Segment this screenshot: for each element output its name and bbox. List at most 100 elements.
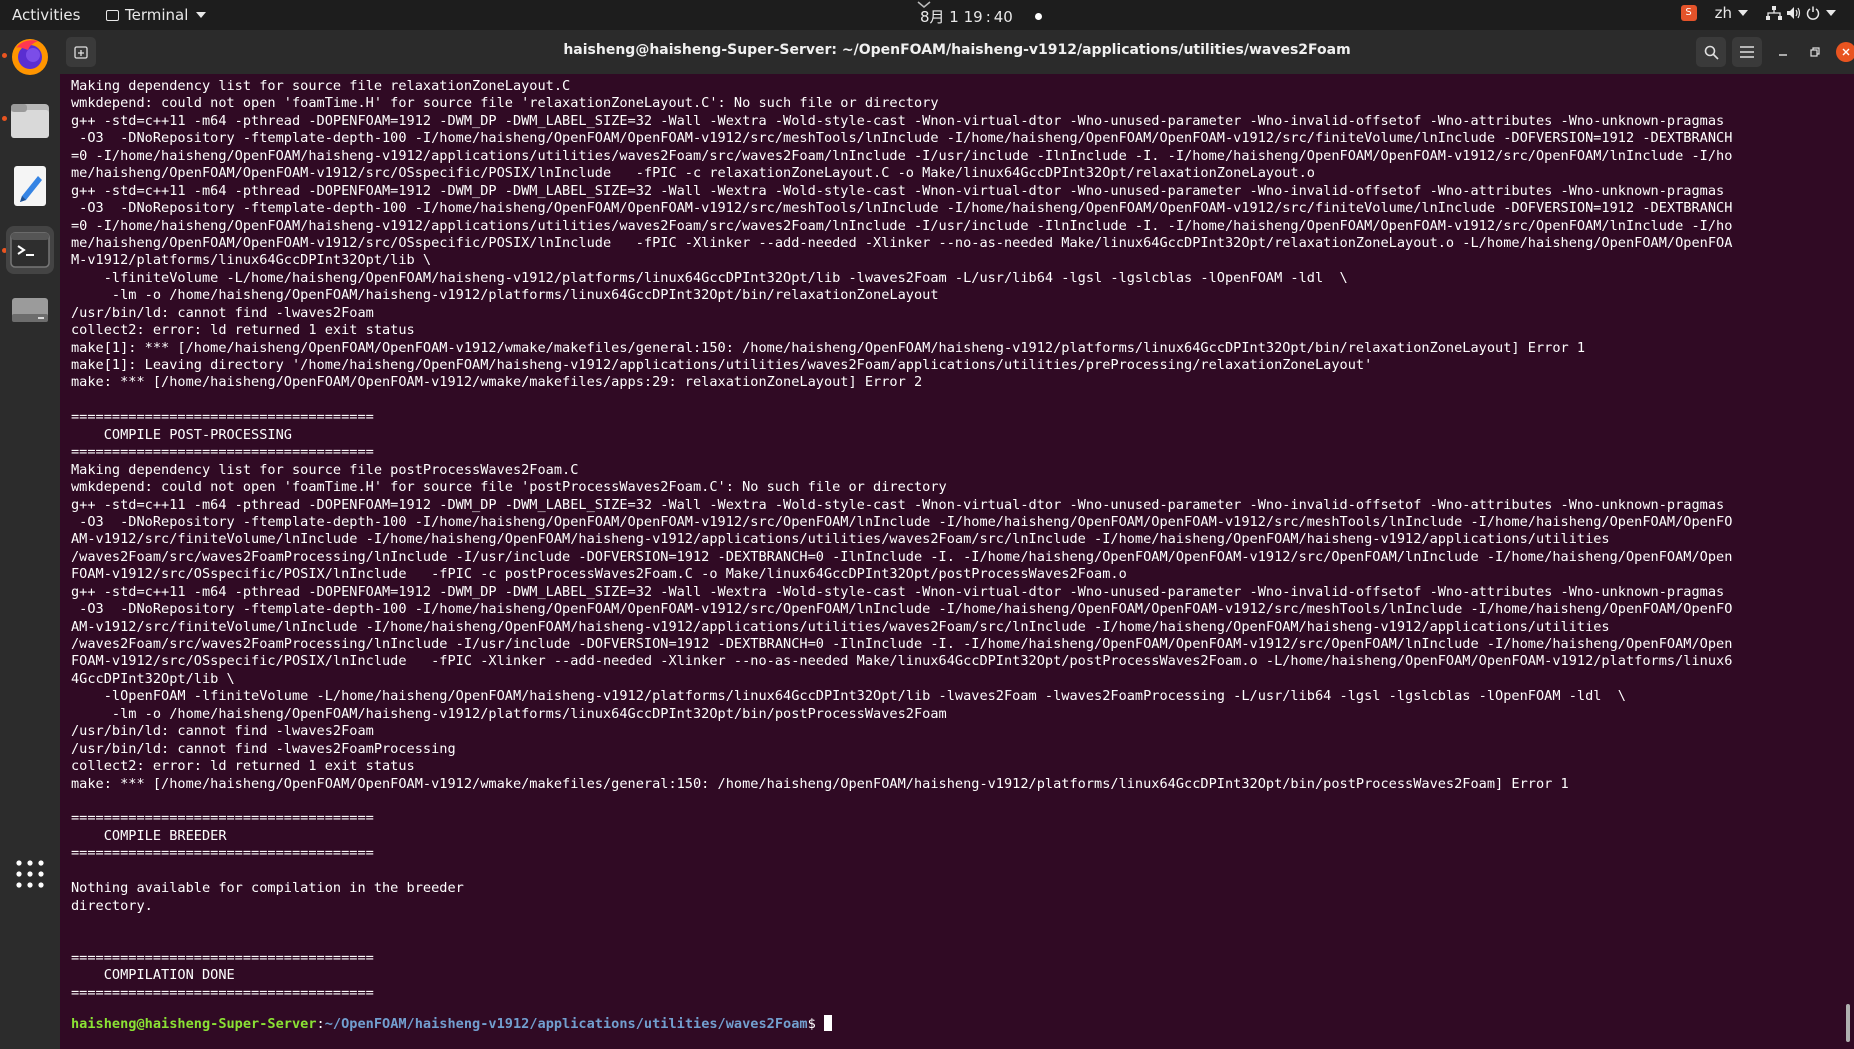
terminal-line: make: *** [/home/haisheng/OpenFOAM/OpenF… [71, 374, 923, 391]
terminal-line: g++ -std=c++11 -m64 -pthread -DOPENFOAM=… [71, 182, 1725, 199]
terminal-line: -O3 -DNoRepository -ftemplate-depth-100 … [71, 200, 1733, 217]
terminal-line: ===================================== [71, 984, 374, 1001]
close-icon [1842, 48, 1850, 56]
dock [0, 30, 60, 1049]
prompt-path: ~/OpenFOAM/haisheng-v1912/applications/u… [324, 1016, 808, 1032]
restore-icon [1810, 47, 1820, 57]
terminal-line: wmkdepend: could not open 'foamTime.H' f… [71, 479, 947, 496]
language-label: zh [1714, 4, 1732, 22]
terminal-line: -O3 -DNoRepository -ftemplate-depth-100 … [71, 130, 1733, 147]
scrollbar[interactable] [1846, 1004, 1850, 1042]
terminal-line: collect2: error: ld returned 1 exit stat… [71, 758, 415, 775]
dock-text-editor[interactable] [6, 162, 54, 210]
top-bar: Activities Terminal 8月 1 19 : 40 S zh [0, 0, 1854, 30]
activities-button[interactable]: Activities [12, 6, 80, 24]
terminal-line: COMPILE POST-PROCESSING [71, 426, 292, 443]
terminal-line: 4GccDPInt32Opt/lib \ [71, 670, 235, 687]
terminal-line: =0 -I/home/haisheng/OpenFOAM/haisheng-v1… [71, 147, 1733, 164]
terminal-line: /usr/bin/ld: cannot find -lwaves2Foam [71, 304, 374, 321]
maximize-button[interactable] [1800, 37, 1830, 67]
terminal-line: me/haisheng/OpenFOAM/OpenFOAM-v1912/src/… [71, 234, 1733, 251]
menu-button[interactable] [1732, 37, 1762, 67]
terminal-line: make[1]: Leaving directory '/home/haishe… [71, 357, 1373, 373]
app-menu[interactable]: Terminal [106, 6, 207, 24]
terminal-line: -lOpenFOAM -lfiniteVolume -L/home/haishe… [71, 688, 1626, 705]
system-menu[interactable] [1766, 6, 1836, 20]
dock-firefox[interactable] [6, 32, 54, 80]
text-editor-icon [14, 166, 46, 206]
terminal-icon [10, 232, 50, 268]
firefox-icon [12, 39, 48, 75]
terminal-line: wmkdepend: could not open 'foamTime.H' f… [71, 95, 939, 112]
search-button[interactable] [1696, 37, 1726, 67]
terminal-line: /usr/bin/ld: cannot find -lwaves2FoamPro… [71, 740, 456, 757]
terminal-line: -lm -o /home/haisheng/OpenFOAM/haisheng-… [71, 287, 939, 304]
terminal-line: /usr/bin/ld: cannot find -lwaves2Foam [71, 723, 374, 740]
terminal-line: COMPILATION DONE [71, 967, 235, 984]
folder-icon [11, 104, 49, 138]
show-applications-button[interactable] [6, 850, 54, 898]
notification-dot-icon [1034, 13, 1042, 20]
terminal-line: Making dependency list for source file p… [71, 461, 579, 478]
terminal-line: Making dependency list for source file r… [71, 78, 571, 94]
close-button[interactable] [1836, 42, 1854, 62]
terminal-line: AM-v1912/src/finiteVolume/lnInclude -I/h… [71, 531, 1610, 548]
terminal-line: /waves2Foam/src/waves2FoamProcessing/lnI… [71, 636, 1733, 652]
chevron-down-icon [917, 1, 931, 8]
terminal-line: g++ -std=c++11 -m64 -pthread -DOPENFOAM=… [71, 496, 1725, 513]
power-icon [1806, 6, 1820, 20]
text-cursor [823, 1015, 832, 1031]
window-title: haisheng@haisheng-Super-Server: ~/OpenFO… [563, 42, 1351, 58]
terminal-prompt[interactable]: haisheng@haisheng-Super-Server:~/OpenFOA… [71, 1015, 832, 1033]
terminal-line: ===================================== [71, 444, 374, 461]
terminal-line: g++ -std=c++11 -m64 -pthread -DOPENFOAM=… [71, 583, 1725, 600]
terminal-line: -O3 -DNoRepository -ftemplate-depth-100 … [71, 513, 1733, 530]
terminal-line: /waves2Foam/src/waves2FoamProcessing/lnI… [71, 548, 1733, 565]
terminal-output: Making dependency list for source file r… [71, 78, 1831, 1002]
terminal-line: COMPILE BREEDER [71, 827, 227, 844]
terminal-line: me/haisheng/OpenFOAM/OpenFOAM-v1912/src/… [71, 165, 1315, 182]
clock[interactable]: 8月 1 19 : 40 [917, 1, 1042, 27]
terminal-line: ===================================== [71, 949, 374, 966]
terminal-line: Nothing available for compilation in the… [71, 880, 464, 897]
terminal-line: collect2: error: ld returned 1 exit stat… [71, 322, 415, 339]
volume-icon [1787, 7, 1801, 19]
prompt-user: haisheng@haisheng-Super-Server [71, 1016, 317, 1032]
minimize-button[interactable] [1768, 37, 1798, 67]
hamburger-icon [1740, 46, 1754, 58]
language-selector[interactable]: zh [1715, 4, 1748, 22]
prompt-symbol: $ [807, 1016, 824, 1032]
terminal-line: FOAM-v1912/src/OSspecific/POSIX/lnInclud… [71, 566, 1127, 583]
app-menu-label: Terminal [125, 6, 189, 24]
chevron-down-icon [1738, 10, 1748, 16]
terminal-line: ===================================== [71, 810, 374, 827]
chevron-down-icon [1826, 10, 1836, 16]
minimize-icon [1779, 54, 1787, 56]
window-header: haisheng@haisheng-Super-Server: ~/OpenFO… [60, 30, 1854, 74]
terminal-line: FOAM-v1912/src/OSspecific/POSIX/lnInclud… [71, 653, 1733, 670]
terminal-line: ===================================== [71, 409, 374, 426]
terminal-line: make: *** [/home/haisheng/OpenFOAM/OpenF… [71, 775, 1569, 792]
terminal-line: ===================================== [71, 845, 374, 862]
terminal-line: make[1]: *** [/home/haisheng/OpenFOAM/Op… [71, 339, 1586, 356]
search-icon [1704, 45, 1719, 60]
chevron-down-icon [196, 12, 207, 18]
terminal-line: =0 -I/home/haisheng/OpenFOAM/haisheng-v1… [71, 217, 1733, 234]
dock-drive[interactable] [6, 286, 54, 334]
terminal-line: -lfiniteVolume -L/home/haisheng/OpenFOAM… [71, 269, 1348, 286]
terminal-line: g++ -std=c++11 -m64 -pthread -DOPENFOAM=… [71, 112, 1725, 129]
dock-terminal[interactable] [6, 226, 54, 274]
terminal-line: directory. [71, 897, 153, 914]
terminal-line: -lm -o /home/haisheng/OpenFOAM/haisheng-… [71, 705, 947, 722]
network-icon [1766, 6, 1782, 20]
dock-files[interactable] [6, 96, 54, 144]
drive-icon [12, 298, 48, 322]
terminal-view[interactable]: Making dependency list for source file r… [60, 74, 1854, 1049]
grid-icon [16, 860, 44, 888]
input-method-icon[interactable]: S [1680, 5, 1697, 21]
system-tray: S zh [1680, 4, 1836, 22]
